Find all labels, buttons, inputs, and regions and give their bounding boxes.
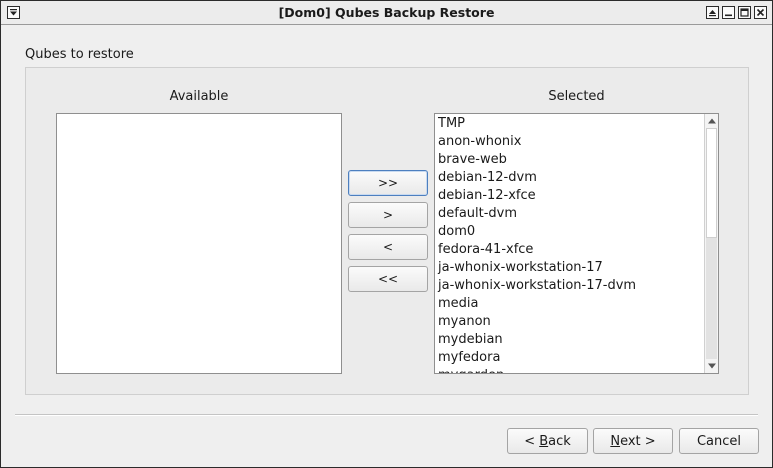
available-label: Available — [169, 89, 229, 104]
list-item[interactable]: mygarden — [438, 367, 702, 373]
restore-window: [Dom0] Qubes Backup Restore Qubes to res… — [0, 0, 773, 468]
back-mnemonic: B — [539, 433, 549, 449]
add-one-button[interactable]: > — [348, 202, 428, 228]
selected-scrollbar[interactable] — [704, 114, 718, 373]
list-item[interactable]: brave-web — [438, 151, 702, 169]
group-title: Qubes to restore — [25, 47, 134, 62]
list-item[interactable]: mydebian — [438, 331, 702, 349]
list-item[interactable]: debian-12-dvm — [438, 169, 702, 187]
available-list[interactable] — [56, 113, 342, 374]
next-mnemonic: N — [610, 433, 621, 449]
add-all-button[interactable]: >> — [348, 170, 428, 196]
scroll-down-icon — [707, 363, 716, 369]
next-label-rest: ext > — [620, 433, 656, 449]
selected-items: TMP anon-whonix brave-web debian-12-dvm debi… — [438, 115, 702, 373]
close-icon — [756, 8, 765, 17]
back-button[interactable]: < Back — [507, 428, 588, 454]
list-item[interactable]: fedora-41-xfce — [438, 241, 702, 259]
scroll-down-button[interactable] — [705, 359, 718, 373]
scroll-up-icon — [707, 118, 716, 124]
window-title: [Dom0] Qubes Backup Restore — [278, 5, 495, 20]
minimize-button[interactable] — [722, 6, 735, 19]
title-bar[interactable]: [Dom0] Qubes Backup Restore — [1, 1, 772, 25]
list-item[interactable]: media — [438, 295, 702, 313]
minimize-icon — [725, 14, 732, 17]
maximize-icon — [740, 8, 749, 17]
shade-button[interactable] — [706, 6, 719, 19]
list-item[interactable]: myanon — [438, 313, 702, 331]
next-button[interactable]: Next > — [593, 428, 673, 454]
list-item[interactable]: dom0 — [438, 223, 702, 241]
scrollbar-thumb[interactable] — [706, 128, 717, 238]
remove-all-button[interactable]: << — [348, 266, 428, 292]
list-item[interactable]: debian-12-xfce — [438, 187, 702, 205]
list-item[interactable]: anon-whonix — [438, 133, 702, 151]
remove-one-button[interactable]: < — [348, 234, 428, 260]
scroll-up-button[interactable] — [705, 114, 718, 128]
maximize-button[interactable] — [738, 6, 751, 19]
list-item[interactable]: TMP — [438, 115, 702, 133]
list-item[interactable]: ja-whonix-workstation-17 — [438, 259, 702, 277]
scrollbar-track[interactable] — [706, 238, 717, 359]
list-item[interactable]: default-dvm — [438, 205, 702, 223]
back-prefix: < — [524, 433, 540, 449]
close-button[interactable] — [754, 6, 767, 19]
footer-separator — [15, 414, 758, 416]
cancel-button[interactable]: Cancel — [679, 428, 759, 454]
list-item[interactable]: ja-whonix-workstation-17-dvm — [438, 277, 702, 295]
list-item[interactable]: myfedora — [438, 349, 702, 367]
selected-list[interactable]: TMP anon-whonix brave-web debian-12-dvm debi… — [434, 113, 719, 374]
back-label-rest: ack — [548, 433, 571, 449]
selected-label: Selected — [548, 89, 605, 104]
shade-up-icon — [709, 10, 716, 17]
